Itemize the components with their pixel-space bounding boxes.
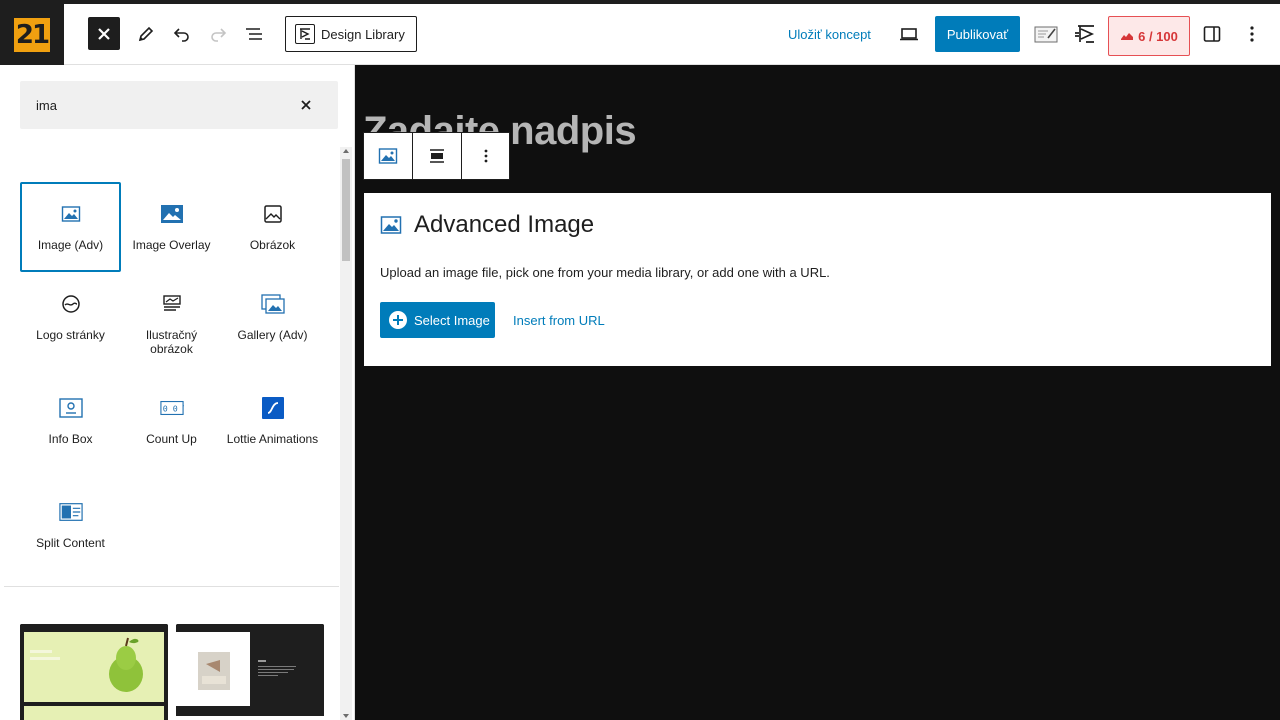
block-search — [20, 81, 338, 129]
undo-button[interactable] — [166, 16, 198, 52]
plus-circle-icon — [389, 311, 407, 329]
results-divider — [4, 586, 339, 587]
preview-button[interactable] — [893, 16, 925, 52]
insert-from-url-button[interactable]: Insert from URL — [513, 302, 605, 338]
block-label: Info Box — [48, 432, 93, 446]
block-label: Obrázok — [249, 238, 296, 252]
design-library-button[interactable]: Design Library — [285, 16, 417, 52]
options-button[interactable] — [1236, 16, 1268, 52]
block-label: Split Content — [36, 536, 105, 550]
image-overlay-icon — [160, 202, 184, 226]
editor-canvas: Zadajte nadpis Advanced Image Upload an … — [355, 65, 1280, 720]
kadence-icon — [1075, 25, 1095, 43]
block-image-adv[interactable]: Image (Adv) — [20, 182, 121, 272]
advanced-image-title: Advanced Image — [414, 211, 595, 238]
inserter-scrollbar[interactable] — [340, 147, 352, 720]
image-outline-icon — [261, 202, 285, 226]
pattern-thumbnail — [20, 624, 168, 720]
list-view-icon — [246, 28, 262, 40]
align-wide-icon — [430, 149, 444, 163]
block-label: Lottie Animations — [226, 432, 319, 446]
close-icon — [301, 100, 311, 110]
block-label: Gallery (Adv) — [237, 328, 308, 342]
block-label: Ilustračný obrázok — [145, 328, 198, 356]
lottie-icon — [261, 396, 285, 420]
block-options-button[interactable] — [462, 133, 509, 179]
block-lottie[interactable]: Lottie Animations — [222, 376, 323, 466]
pattern-preview-dark[interactable] — [176, 624, 324, 720]
block-inserter-panel: Image (Adv) Image Overlay Obrázok Logo s… — [4, 65, 355, 720]
block-label: Image Overlay — [132, 238, 211, 252]
kadence-settings-button[interactable] — [1070, 16, 1102, 52]
more-vertical-icon — [1250, 26, 1254, 42]
block-site-logo[interactable]: Logo stránky — [20, 272, 121, 362]
select-image-button[interactable]: Select Image — [380, 302, 495, 338]
document-overview-button[interactable] — [238, 16, 270, 52]
block-label: Image (Adv) — [37, 238, 104, 252]
site-logo-icon — [59, 292, 83, 316]
image-icon — [380, 216, 402, 234]
undo-icon — [173, 28, 189, 42]
seo-score-icon — [1121, 33, 1134, 40]
publish-button[interactable]: Publikovať — [935, 16, 1020, 52]
close-inserter-button[interactable] — [88, 17, 120, 50]
block-label: Count Up — [146, 432, 197, 446]
block-label: Logo stránky — [36, 328, 105, 342]
block-toolbar — [363, 132, 510, 180]
align-button[interactable] — [413, 133, 462, 179]
block-image[interactable]: Obrázok — [222, 182, 323, 272]
notes-button[interactable] — [1030, 16, 1062, 52]
advanced-image-block[interactable]: Advanced Image Upload an image file, pic… — [364, 193, 1271, 366]
design-library-icon — [295, 24, 315, 44]
notes-icon — [1034, 26, 1058, 43]
editor-header: 21 Design Library Uložiť koncept Publiko… — [0, 4, 1280, 65]
inserter-results: Image (Adv) Image Overlay Obrázok Logo s… — [4, 145, 339, 720]
block-count-up[interactable]: 0 0 7 Count Up — [121, 376, 222, 466]
tools-button[interactable] — [130, 16, 162, 52]
block-info-box[interactable]: Info Box — [20, 376, 121, 466]
image-icon — [59, 202, 83, 226]
block-featured-image[interactable]: Ilustračný obrázok — [121, 272, 222, 362]
scrollbar-thumb[interactable] — [342, 159, 350, 261]
count-up-icon: 0 0 7 — [159, 396, 184, 420]
split-content-icon — [58, 500, 83, 524]
settings-sidebar-button[interactable] — [1196, 16, 1228, 52]
block-image-overlay[interactable]: Image Overlay — [121, 182, 222, 272]
scroll-down-arrow[interactable] — [343, 714, 349, 718]
svg-text:0 0 7: 0 0 7 — [162, 404, 183, 414]
close-icon — [98, 27, 110, 40]
scroll-up-arrow[interactable] — [343, 149, 349, 153]
block-type-button[interactable] — [364, 133, 413, 179]
advanced-image-description: Upload an image file, pick one from your… — [380, 265, 830, 280]
select-image-label: Select Image — [414, 312, 490, 328]
block-search-input[interactable] — [36, 97, 286, 113]
site-logo-button[interactable]: 21 — [0, 4, 64, 65]
design-library-label: Design Library — [321, 26, 405, 42]
pencil-icon — [138, 26, 154, 42]
redo-icon — [211, 28, 227, 42]
more-vertical-icon — [484, 149, 487, 163]
block-split-content[interactable]: Split Content — [20, 480, 121, 570]
sidebar-icon — [1203, 26, 1221, 42]
clear-search-button[interactable] — [296, 95, 316, 115]
featured-image-icon — [160, 292, 184, 316]
seo-score-label: 6 / 100 — [1138, 28, 1178, 44]
info-box-icon — [58, 396, 83, 420]
desktop-preview-icon — [900, 28, 918, 41]
seo-score-button[interactable]: 6 / 100 — [1108, 16, 1190, 56]
gallery-icon — [260, 292, 285, 316]
image-icon — [378, 148, 398, 164]
block-gallery-adv[interactable]: Gallery (Adv) — [222, 272, 323, 362]
pattern-thumbnail — [176, 624, 324, 720]
redo-button[interactable] — [202, 16, 234, 52]
site-logo: 21 — [14, 17, 50, 52]
advanced-image-header: Advanced Image — [380, 211, 594, 239]
save-draft-button[interactable]: Uložiť koncept — [780, 16, 879, 52]
pattern-preview-pear[interactable] — [20, 624, 168, 720]
